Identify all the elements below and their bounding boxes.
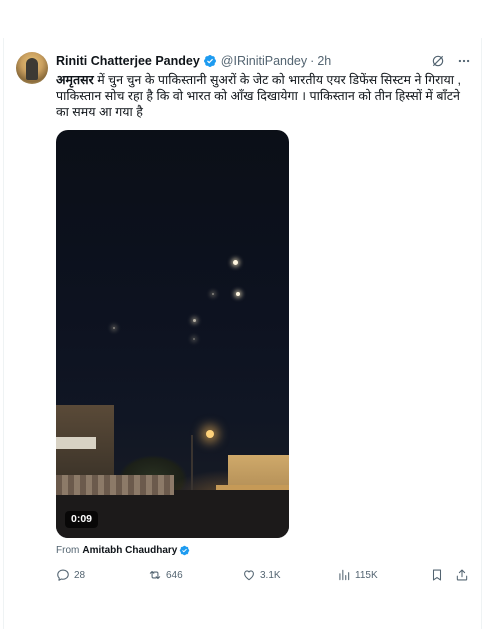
avatar[interactable] (16, 52, 48, 84)
views-count: 115K (355, 569, 378, 581)
avatar-figure (26, 58, 38, 80)
divider-left (3, 38, 4, 629)
sky-light (233, 260, 238, 265)
sky-light (236, 292, 240, 296)
reply-icon (57, 569, 69, 581)
sky-light (193, 338, 195, 340)
repost-count: 646 (166, 569, 183, 581)
building-window (56, 437, 96, 449)
more-icon[interactable] (457, 54, 471, 68)
verified-badge-icon[interactable] (203, 54, 217, 68)
tweet-text-body: में चुन चुन के पाकिस्तानी सुअरों के जेट … (56, 73, 461, 119)
timestamp[interactable]: 2h (317, 54, 331, 68)
sky-light (212, 293, 214, 295)
like-count: 3.1K (260, 569, 281, 581)
repost-icon (149, 570, 161, 580)
top-actions (431, 54, 471, 68)
video-player[interactable]: 0:09 (56, 130, 289, 538)
tweet-header: Riniti Chatterjee Pandey @IRinitiPandey … (56, 53, 331, 69)
attribution-prefix: From (56, 545, 80, 556)
repost-button[interactable]: 646 (148, 568, 183, 582)
author-handle[interactable]: @IRinitiPandey (221, 54, 307, 68)
tweet-text: अमृतसर में चुन चुन के पाकिस्तानी सुअरों … (56, 72, 474, 120)
bookmark-icon (432, 569, 442, 581)
tweet[interactable]: Riniti Chatterjee Pandey @IRinitiPandey … (0, 0, 495, 629)
street-lamp (206, 430, 214, 438)
views-icon (339, 569, 350, 581)
sky-light (193, 319, 196, 322)
reply-button[interactable]: 28 (56, 568, 85, 582)
tiled-roof (56, 475, 174, 495)
share-button[interactable] (455, 568, 469, 582)
sky-light (113, 327, 115, 329)
share-icon (456, 569, 468, 581)
video-attribution: From Amitabh Chaudhary (56, 545, 190, 556)
bookmark-button[interactable] (430, 568, 444, 582)
grok-icon[interactable] (431, 54, 445, 68)
attribution-source[interactable]: Amitabh Chaudhary (82, 545, 177, 556)
divider-right (481, 38, 482, 629)
video-duration: 0:09 (65, 511, 99, 528)
like-icon (244, 570, 254, 581)
like-button[interactable]: 3.1K (242, 568, 281, 582)
author-name[interactable]: Riniti Chatterjee Pandey (56, 54, 200, 68)
action-bar: 28 646 3.1K 115K (56, 568, 474, 584)
building-left (56, 405, 114, 485)
separator-dot: · (310, 54, 315, 68)
verified-badge-icon (180, 545, 190, 556)
views-button[interactable]: 115K (337, 568, 378, 582)
tweet-text-bold: अमृतसर (56, 73, 94, 87)
reply-count: 28 (74, 569, 86, 581)
